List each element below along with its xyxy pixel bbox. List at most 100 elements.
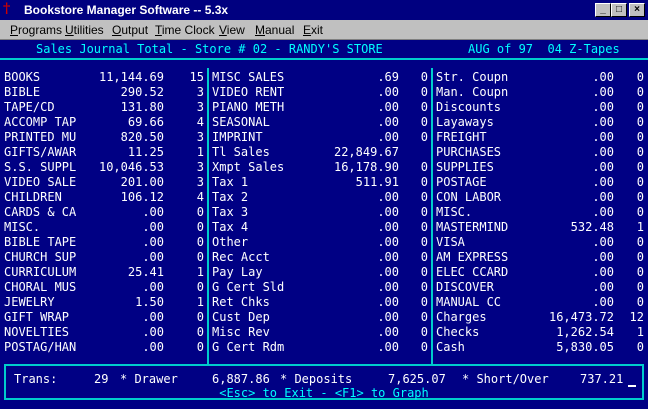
journal-row: FREIGHT .00 0	[436, 130, 646, 145]
row-count: 0	[420, 85, 428, 99]
row-count: 0	[636, 205, 644, 219]
row-count: 0	[636, 175, 644, 189]
journal-row: Cust Dep .00 0	[212, 310, 430, 325]
column-1: BOOKS 11,144.69 15 BIBLE 290.52 3 TAPE/CD 131.8…	[4, 70, 206, 355]
journal-row: PURCHASES .00 0	[436, 145, 646, 160]
row-label: Tax 1	[212, 175, 249, 189]
row-amount: .00	[377, 100, 399, 114]
journal-row: DISCOVER .00 0	[436, 280, 646, 295]
row-amount: 1.50	[135, 295, 164, 309]
row-amount: .00	[592, 175, 614, 189]
menu-bar: Programs Utilities Output Time Clock Vie…	[0, 20, 648, 40]
menu-programs[interactable]: Programs	[10, 23, 62, 37]
row-count: 0	[636, 295, 644, 309]
journal-row: PRINTED MU 820.50 3	[4, 130, 206, 145]
row-count: 0	[636, 115, 644, 129]
row-amount: .00	[142, 235, 164, 249]
row-amount: .00	[142, 280, 164, 294]
row-label: AM EXPRESS	[436, 250, 509, 264]
journal-row: Xmpt Sales 16,178.90 0	[212, 160, 430, 175]
row-count: 0	[196, 325, 204, 339]
trans-label: Trans:	[14, 372, 58, 386]
short-over-value: 737.21	[580, 372, 624, 386]
report-header: Sales Journal Total - Store # 02 - RANDY…	[0, 40, 648, 58]
row-amount: 820.50	[120, 130, 164, 144]
row-amount: .00	[592, 295, 614, 309]
row-label: MISC.	[436, 205, 473, 219]
row-count: 0	[196, 340, 204, 354]
row-label: VIDEO RENT	[212, 85, 285, 99]
menu-exit[interactable]: Exit	[303, 23, 323, 37]
row-amount: .00	[377, 325, 399, 339]
journal-row: MASTERMIND 532.48 1	[436, 220, 646, 235]
row-label: CURRICULUM	[4, 265, 77, 279]
row-amount: .00	[377, 265, 399, 279]
short-over-label: * Short/Over	[462, 372, 549, 386]
terminal-screen: Sales Journal Total - Store # 02 - RANDY…	[0, 40, 648, 409]
journal-row: Man. Coupn .00 0	[436, 85, 646, 100]
menu-output[interactable]: Output	[112, 23, 148, 37]
row-label: G Cert Rdm	[212, 340, 285, 354]
menu-manual[interactable]: Manual	[255, 23, 294, 37]
journal-row: MANUAL CC .00 0	[436, 295, 646, 310]
row-label: CHILDREN	[4, 190, 62, 204]
row-count: 0	[420, 190, 428, 204]
row-amount: 1,262.54	[556, 325, 614, 339]
maximize-button[interactable]: □	[611, 3, 627, 17]
row-count: 0	[420, 160, 428, 174]
row-amount: 10,046.53	[98, 160, 164, 174]
row-amount: .00	[592, 100, 614, 114]
row-label: DISCOVER	[436, 280, 494, 294]
row-count: 0	[420, 220, 428, 234]
row-count: 0	[196, 250, 204, 264]
row-count: 3	[196, 100, 204, 114]
row-count: 1	[636, 220, 644, 234]
close-button[interactable]: ×	[629, 3, 645, 17]
row-amount: .00	[592, 70, 614, 84]
row-amount: 5,830.05	[556, 340, 614, 354]
row-label: MISC.	[4, 220, 41, 234]
minimize-button[interactable]: _	[595, 3, 611, 17]
app-icon[interactable]: †	[3, 2, 17, 17]
row-label: G Cert Sld	[212, 280, 285, 294]
row-amount: .69	[377, 70, 399, 84]
drawer-label: * Drawer	[120, 372, 178, 386]
row-amount: .00	[377, 205, 399, 219]
journal-row: G Cert Rdm .00 0	[212, 340, 430, 355]
title-bar: † Bookstore Manager Software -- 5.3x _ □…	[0, 0, 648, 20]
journal-row: MISC SALES .69 0	[212, 70, 430, 85]
row-amount: .00	[592, 190, 614, 204]
row-label: MANUAL CC	[436, 295, 502, 309]
row-count: 0	[636, 130, 644, 144]
menu-utilities[interactable]: Utilities	[65, 23, 104, 37]
row-label: Tax 2	[212, 190, 249, 204]
row-amount: .00	[592, 265, 614, 279]
header-divider	[0, 58, 648, 60]
row-label: GIFTS/AWAR	[4, 145, 77, 159]
row-label: TAPE/CD	[4, 100, 55, 114]
row-amount: .00	[592, 235, 614, 249]
journal-row: CURRICULUM 25.41 1	[4, 265, 206, 280]
row-label: Discounts	[436, 100, 502, 114]
journal-row: Pay Lay .00 0	[212, 265, 430, 280]
row-amount: 22,849.67	[333, 145, 399, 159]
row-label: Tl Sales	[212, 145, 270, 159]
row-count: 0	[420, 100, 428, 114]
row-amount: .00	[377, 250, 399, 264]
menu-view[interactable]: View	[219, 23, 245, 37]
journal-row: Other .00 0	[212, 235, 430, 250]
row-count: 0	[636, 145, 644, 159]
row-label: Other	[212, 235, 249, 249]
row-label: Cash	[436, 340, 465, 354]
row-label: GIFT WRAP	[4, 310, 70, 324]
menu-time-clock[interactable]: Time Clock	[155, 23, 215, 37]
row-amount: .00	[377, 190, 399, 204]
row-label: Ret Chks	[212, 295, 270, 309]
row-label: S.S. SUPPL	[4, 160, 77, 174]
row-count: 1	[196, 145, 204, 159]
row-label: ELEC CCARD	[436, 265, 509, 279]
row-amount: .00	[377, 85, 399, 99]
row-label: MISC SALES	[212, 70, 285, 84]
row-label: POSTAGE	[436, 175, 487, 189]
journal-row: IMPRINT .00 0	[212, 130, 430, 145]
